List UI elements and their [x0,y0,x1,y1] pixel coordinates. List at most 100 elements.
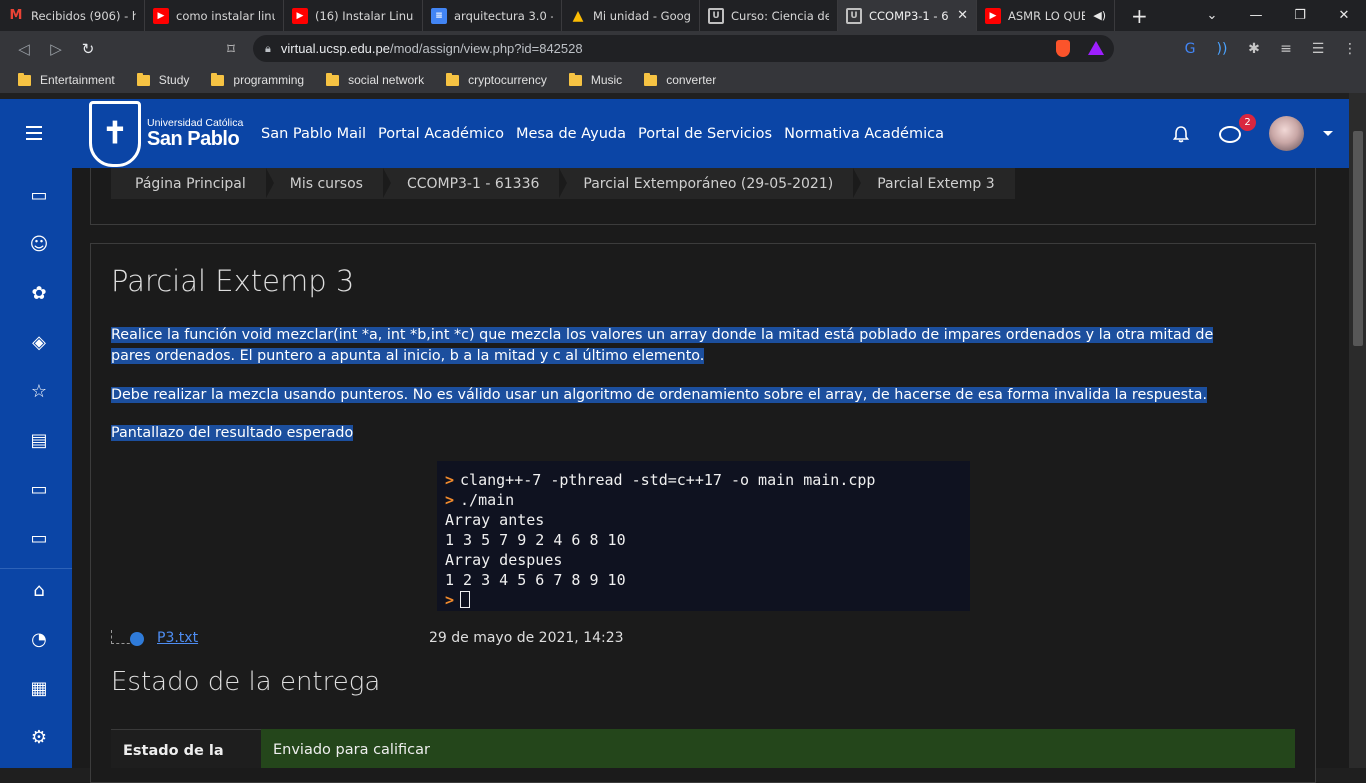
attachment-date: 29 de mayo de 2021, 14:23 [429,630,624,646]
badges-icon[interactable]: ✿ [28,282,50,304]
breadcrumb-item-home[interactable]: Página Principal [111,168,274,199]
scrollbar-thumb[interactable] [1353,131,1363,346]
page-scrollbar[interactable] [1349,93,1366,768]
bookmark-social-network[interactable]: social network [326,72,424,87]
window-controls: ⌄ — ❐ ✕ [1190,0,1366,31]
terminal-cursor [460,591,471,608]
tab-youtube-2[interactable]: ▶ (16) Instalar Linux L [284,0,423,31]
terminal-line: Array antes [445,511,545,529]
file-icon [130,632,144,646]
youtube-icon: ▶ [292,7,308,24]
tab-docs[interactable]: ≡ arquitectura 3.0 - D [423,0,562,31]
nav-link-mail[interactable]: San Pablo Mail [261,126,366,142]
status-row-value: Enviado para calificar [261,729,1295,768]
page-title: Parcial Extemp 3 [111,264,355,298]
status-row-label: Estado de la [111,729,261,768]
folder-icon [644,72,658,86]
breadcrumb-item-courses[interactable]: Mis cursos [266,168,392,199]
nav-link-mesa-ayuda[interactable]: Mesa de Ayuda [516,126,626,142]
drive-icon: ▲ [572,7,584,24]
calendar-icon[interactable]: ▦ [28,677,50,699]
bookmark-study[interactable]: Study [136,72,189,87]
forward-button[interactable]: ▷ [40,40,72,58]
prompt-icon: > [445,491,455,509]
tab-search-icon[interactable]: ⌄ [1190,8,1234,23]
ucsp-icon: U [708,7,724,24]
folder-icon [446,72,460,86]
folder-icon[interactable]: ▭ [28,184,50,206]
message-count-badge: 2 [1239,114,1256,131]
browser-toolbar: ◁ ▷ ↻ ⌑ 🔒︎ virtual.ucsp.edu.pe/mod/assig… [0,31,1366,67]
terminal-line: ./main [460,491,515,509]
terminal-screenshot: > clang++-7 -pthread -std=c++17 -o main m… [437,461,970,611]
back-button[interactable]: ◁ [8,40,40,58]
tab-youtube-3[interactable]: ▶ ASMR LO QUE ◀) [977,0,1115,31]
sidebar-divider [0,568,72,569]
nav-link-portal-servicios[interactable]: Portal de Servicios [638,126,772,142]
reading-list-icon[interactable]: ☰ [1302,41,1334,57]
private-files-icon[interactable]: ⚙ [28,726,50,748]
attachment-link[interactable]: P3.txt [157,630,198,646]
bookmark-cryptocurrency[interactable]: cryptocurrency [446,72,547,87]
ucsp-logo[interactable]: ✝ Universidad Católica San Pablo [89,99,249,168]
gradebook-icon[interactable]: ▤ [28,429,50,451]
docs-icon: ≡ [431,7,447,24]
terminal-line: Array despues [445,551,563,569]
translate-icon[interactable]: G [1174,41,1206,57]
url-text[interactable]: virtual.ucsp.edu.pe/mod/assign/view.php?… [281,41,583,56]
nav-link-portal-academico[interactable]: Portal Académico [378,126,504,142]
logo-line2: San Pablo [147,127,240,150]
bookmarks-bar: Entertainment Study programming social n… [0,67,1366,93]
folder-icon[interactable]: ▭ [28,478,50,500]
participants-icon[interactable]: ☺ [28,233,50,255]
nav-link-normativa[interactable]: Normativa Académica [784,126,944,142]
audio-icon[interactable]: ◀) [1093,9,1106,22]
notification-bell-icon[interactable] [1172,125,1190,143]
gmail-icon: M [9,8,23,23]
media-icon[interactable]: ≡ [1270,41,1302,57]
browser-tabbar: M Recibidos (906) - ha ▶ como instalar l… [0,0,1366,31]
folder-icon [136,72,150,86]
tab-youtube-1[interactable]: ▶ como instalar linux [145,0,284,31]
extensions-icon[interactable]: ✱ [1238,41,1270,57]
bookmark-converter[interactable]: converter [644,72,716,87]
bookmark-programming[interactable]: programming [211,72,304,87]
folder-icon[interactable]: ▭ [28,527,50,549]
left-sidebar: ▭ ☺ ✿ ◈ ☆ ▤ ▭ ▭ ⌂ ◔ ▦ ⚙ [0,168,72,768]
tab-ucsp-course[interactable]: U Curso: Ciencia de la [700,0,838,31]
hamburger-menu-icon[interactable] [26,126,42,144]
bookmark-music[interactable]: Music [568,72,622,87]
brave-shield-icon[interactable] [1056,40,1070,57]
star-icon[interactable]: ☆ [28,380,50,402]
user-menu-caret-icon[interactable] [1323,131,1333,136]
wifi-extension-icon[interactable]: )) [1206,41,1238,57]
user-avatar[interactable] [1269,116,1304,151]
tab-gmail[interactable]: M Recibidos (906) - ha [0,0,145,31]
home-icon[interactable]: ⌂ [28,579,50,601]
brave-rewards-icon[interactable] [1088,41,1104,55]
bookmark-icon[interactable]: ⌑ [215,40,247,58]
breadcrumb-item-section[interactable]: Parcial Extemporáneo (29-05-2021) [559,168,861,199]
site-header: ✝ Universidad Católica San Pablo San Pab… [0,99,1349,168]
close-window-button[interactable]: ✕ [1322,8,1366,23]
messages-icon[interactable] [1219,126,1241,143]
tab-drive[interactable]: ▲ Mi unidad - Google [562,0,700,31]
minimize-button[interactable]: — [1234,8,1278,23]
lock-icon: 🔒︎ [265,41,271,55]
terminal-line: 1 3 5 7 9 2 4 6 8 10 [445,531,626,549]
menu-icon[interactable]: ⋮ [1334,41,1366,57]
breadcrumb-item-course[interactable]: CCOMP3-1 - 61336 [383,168,568,199]
tab-ccomp3-active[interactable]: U CCOMP3-1 - 61 ✕ [838,0,977,31]
new-tab-button[interactable]: + [1131,4,1148,28]
close-tab-icon[interactable]: ✕ [957,8,968,23]
layers-icon[interactable]: ◈ [28,331,50,353]
dashboard-icon[interactable]: ◔ [28,628,50,650]
bookmark-entertainment[interactable]: Entertainment [18,72,115,87]
breadcrumb: Página Principal Mis cursos CCOMP3-1 - 6… [111,168,1015,199]
address-bar[interactable]: 🔒︎ virtual.ucsp.edu.pe/mod/assign/view.p… [253,35,1114,62]
header-nav: San Pablo Mail Portal Académico Mesa de … [261,99,956,168]
reload-button[interactable]: ↻ [72,40,104,58]
breadcrumb-item-assignment[interactable]: Parcial Extemp 3 [853,168,1014,199]
folder-icon [568,72,582,86]
restore-button[interactable]: ❐ [1278,8,1322,23]
